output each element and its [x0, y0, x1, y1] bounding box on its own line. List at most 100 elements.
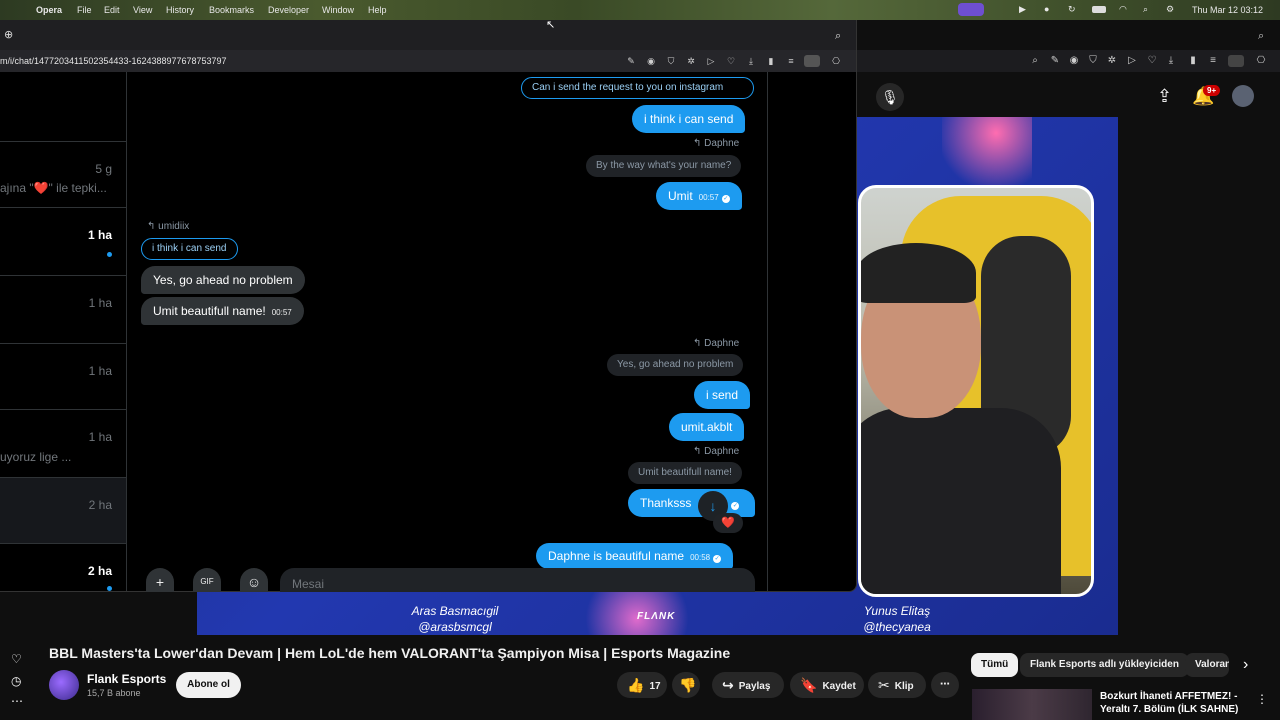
sidebar-icon[interactable]: ⎔	[830, 55, 842, 67]
list-item[interactable]: 2 ha	[0, 478, 126, 544]
reply-quote[interactable]: Can i send the request to you on instagr…	[521, 77, 754, 99]
channel-avatar[interactable]	[49, 670, 79, 700]
tab-search-icon[interactable]: ⌕	[835, 30, 841, 43]
menu-window[interactable]: Window	[322, 5, 354, 15]
menu-file[interactable]: File	[77, 5, 92, 15]
clip-button[interactable]: ✂ Klip	[868, 672, 926, 698]
reaction-badge[interactable]: ❤️	[713, 513, 743, 533]
reply-quote[interactable]: Yes, go ahead no problem	[607, 354, 744, 376]
caster-left: Aras Basmacıgil @arasbsmcgl	[411, 604, 499, 634]
save-button[interactable]: 🔖 Kaydet	[790, 672, 864, 698]
upload-icon[interactable]: ⇪	[1157, 86, 1172, 107]
menu-bookmarks[interactable]: Bookmarks	[209, 5, 254, 15]
thumbs-down-icon: 👎	[679, 677, 697, 693]
menu-icon[interactable]: ≡	[1207, 55, 1219, 67]
message-sent[interactable]: i send	[694, 381, 751, 409]
add-media-button[interactable]: +	[146, 568, 174, 592]
menu-view[interactable]: View	[133, 5, 152, 15]
edit-icon[interactable]: ✎	[625, 55, 637, 67]
heart-icon[interactable]: ♡	[725, 55, 737, 67]
message-received[interactable]: Umit beautifull name! 00:57	[141, 297, 304, 325]
yt-search-icon[interactable]: ⌕	[1258, 30, 1264, 43]
extension-icon[interactable]: ✲	[685, 55, 697, 67]
list-item[interactable]: 2 ha	[0, 544, 126, 591]
recommended-title[interactable]: Bozkurt İhaneti AFFETMEZ! - Yeraltı 7. B…	[1100, 690, 1240, 716]
message-sent[interactable]: Daphne is beautiful name 00:58 ✓	[536, 543, 734, 569]
screen-record-icon[interactable]	[958, 3, 984, 16]
message-sent[interactable]: i think i can send	[632, 105, 746, 133]
reply-quote[interactable]: Umit beautifull name!	[628, 462, 742, 484]
recommended-thumbnail[interactable]	[972, 689, 1092, 720]
zoom-icon[interactable]: ⌕	[1029, 55, 1041, 67]
more-vert-icon[interactable]: ⋮	[1256, 692, 1268, 706]
message-received[interactable]: Yes, go ahead no problem	[141, 266, 305, 294]
sync-icon[interactable]: ↻	[1068, 4, 1076, 15]
camera-icon[interactable]: ◉	[1068, 55, 1080, 67]
menu-icon[interactable]: ≡	[785, 55, 797, 67]
clock[interactable]: Thu Mar 12 03:12	[1192, 5, 1263, 15]
menu-developer[interactable]: Developer	[268, 5, 309, 15]
list-item[interactable]: 1 ha uyoruz lige ...	[0, 410, 126, 478]
list-item[interactable]: 5 g ajına "❤️" ile tepki...	[0, 142, 126, 208]
search-icon[interactable]: ⌕	[1143, 4, 1148, 15]
list-item[interactable]: 1 ha	[0, 208, 126, 276]
subscribe-button[interactable]: Abone ol	[176, 672, 241, 698]
chip-uploader[interactable]: Flank Esports adlı yükleyiciden	[1020, 653, 1189, 677]
list-item[interactable]: 1 ha	[0, 344, 126, 410]
sidebar-icon[interactable]: ⎔	[1255, 55, 1267, 67]
url-text[interactable]: m/i/chat/1477203411502354433-16243889776…	[0, 56, 227, 66]
battery-saver-icon[interactable]: ▮	[1187, 55, 1199, 67]
webcam-frame	[858, 185, 1094, 597]
play-toolbar-icon[interactable]: ▷	[1126, 55, 1138, 67]
message-sent[interactable]: umit.akblt	[669, 413, 745, 441]
mic-icon[interactable]: 🎙	[876, 83, 904, 111]
clock-icon[interactable]: ◷	[11, 674, 21, 688]
scissors-icon: ✂	[878, 677, 890, 693]
reply-quote[interactable]: i think i can send	[141, 238, 238, 260]
battery-icon[interactable]	[1092, 6, 1106, 13]
download-icon[interactable]: ⤓	[1165, 55, 1177, 67]
user-icon[interactable]: ●	[1044, 4, 1049, 14]
menu-history[interactable]: History	[166, 5, 194, 15]
more-actions-button[interactable]: ⋯	[931, 672, 959, 698]
shield-icon[interactable]: ⛉	[1087, 55, 1099, 67]
menu-edit[interactable]: Edit	[104, 5, 120, 15]
control-center-icon[interactable]: ⚙	[1166, 4, 1174, 15]
download-icon[interactable]: ⤓	[745, 55, 757, 67]
dislike-button[interactable]: 👎	[672, 672, 700, 698]
battery-saver-icon[interactable]: ▮	[765, 55, 777, 67]
profile-avatar-icon[interactable]	[804, 55, 820, 67]
shield-icon[interactable]: ⛉	[665, 55, 677, 67]
message-sent[interactable]: Umit 00:57 ✓	[656, 182, 742, 210]
heart-icon[interactable]: ♡	[11, 652, 22, 666]
edit-icon[interactable]: ✎	[1049, 55, 1061, 67]
wifi-icon[interactable]: ◠	[1119, 4, 1127, 15]
new-tab-icon[interactable]: ⊕	[4, 28, 13, 41]
channel-name[interactable]: Flank Esports	[87, 672, 166, 686]
account-avatar[interactable]	[1232, 85, 1254, 107]
camera-icon[interactable]: ◉	[645, 55, 657, 67]
gif-button[interactable]: GIF	[193, 568, 221, 592]
menu-help[interactable]: Help	[368, 5, 387, 15]
reply-to-label: ↰ Daphne	[693, 446, 740, 457]
extension-icon[interactable]: ✲	[1106, 55, 1118, 67]
bookmark-icon: 🔖	[800, 677, 818, 693]
message-input[interactable]: Mesai	[280, 568, 755, 592]
chip-valorant[interactable]: Valorant	[1185, 653, 1229, 677]
reply-quote[interactable]: By the way what's your name?	[586, 155, 742, 177]
play-icon[interactable]: ▶	[1019, 4, 1026, 15]
like-button[interactable]: 👍 17	[617, 672, 667, 698]
address-bar[interactable]: m/i/chat/1477203411502354433-16243889776…	[0, 50, 856, 72]
app-menu[interactable]: Opera	[36, 5, 62, 15]
profile-avatar-icon[interactable]	[1228, 55, 1244, 67]
list-item[interactable]	[0, 72, 126, 142]
person-hair	[861, 243, 976, 303]
emoji-button[interactable]: ☺	[240, 568, 268, 592]
play-toolbar-icon[interactable]: ▷	[705, 55, 717, 67]
chevron-right-icon[interactable]: ›	[1243, 656, 1248, 674]
more-icon[interactable]: ⋯	[11, 694, 23, 708]
heart-icon[interactable]: ♡	[1146, 55, 1158, 67]
list-item[interactable]: 1 ha	[0, 276, 126, 344]
chip-all[interactable]: Tümü	[971, 653, 1019, 677]
share-button[interactable]: ↪ Paylaş	[712, 672, 784, 698]
